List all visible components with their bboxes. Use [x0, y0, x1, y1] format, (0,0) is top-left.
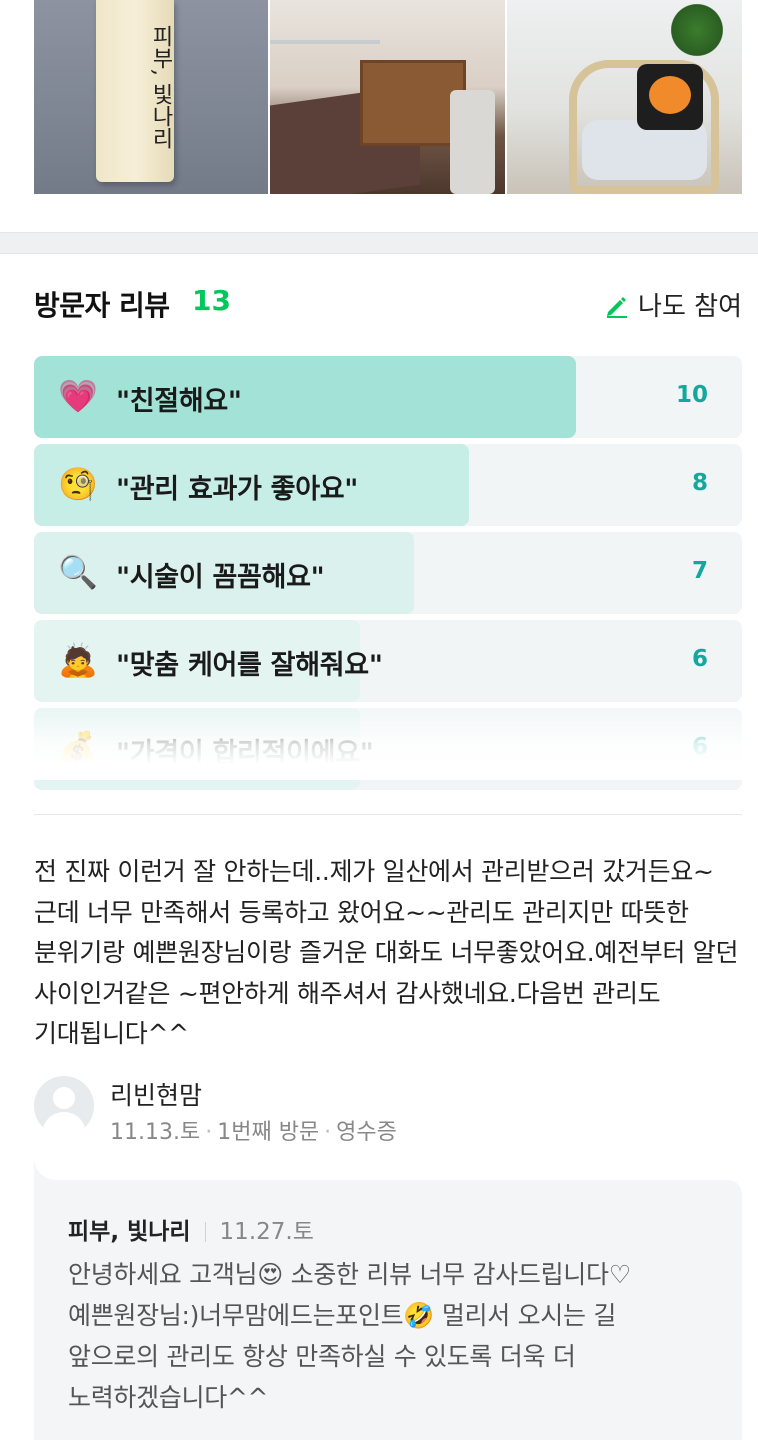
plant	[667, 0, 727, 60]
photo-gallery: 피부, 빛나리	[34, 0, 742, 194]
review-meta: 11.13.토 · 1번째 방문 · 영수증	[110, 1114, 397, 1146]
list-fade-overlay	[0, 700, 758, 780]
storefront-sign-photo[interactable]: 피부, 빛나리	[34, 0, 268, 194]
reviews-header: 방문자 리뷰 13 나도 참여	[34, 284, 742, 324]
reviews-count: 13	[192, 284, 231, 317]
treatment-room-photo[interactable]	[270, 0, 505, 194]
review-date: 11.13.토	[110, 1120, 201, 1145]
keyword-count: 6	[691, 646, 708, 672]
avatar-body	[42, 1112, 86, 1136]
separator-dot: ·	[205, 1120, 213, 1145]
avatar[interactable]	[34, 1076, 94, 1136]
keyword-stat-row[interactable]: 🧐 "관리 효과가 좋아요" 8	[34, 444, 742, 526]
author-name[interactable]: 리빈현맘	[110, 1076, 202, 1112]
keyword-label: "친절해요"	[116, 386, 242, 417]
keyword-count: 7	[691, 558, 708, 584]
separator-dot: ·	[324, 1120, 332, 1145]
join-review-label: 나도 참여	[638, 292, 742, 322]
visit-count: 1번째 방문	[217, 1120, 320, 1145]
keyword-stat-row[interactable]: 🔍 "시술이 꼼꼼해요" 7	[34, 532, 742, 614]
lounge-chair-photo[interactable]	[507, 0, 742, 194]
section-divider	[0, 232, 758, 254]
review-text[interactable]: 전 진짜 이런거 잘 안하는데..제가 일산에서 관리받으러 갔거든요~근데 너…	[34, 852, 744, 1055]
skin-care-machine	[450, 90, 495, 194]
reply-divider	[204, 1222, 206, 1242]
owner-reply: 피부, 빛나리 11.27.토 안녕하세요 고객님😍 소중한 리뷰 너무 감사드립…	[34, 1180, 742, 1440]
receipt-verification: 영수증	[336, 1120, 397, 1145]
keyword-stat-row[interactable]: 🙇 "맞춤 케어를 잘해줘요" 6	[34, 620, 742, 702]
review-author: 리빈현맘 11.13.토 · 1번째 방문 · 영수증	[34, 1076, 742, 1145]
join-review-button[interactable]: 나도 참여	[604, 286, 742, 323]
keyword-count: 8	[691, 470, 708, 496]
wall-shelf	[270, 40, 380, 44]
reviews-title: 방문자 리뷰	[34, 289, 170, 322]
person-bowing-icon: 🙇	[58, 641, 98, 679]
sign-plaque-text: 피부, 빛나리	[148, 25, 173, 149]
reply-header: 피부, 빛나리 11.27.토	[68, 1212, 314, 1246]
pumpkin-print	[649, 76, 691, 114]
keyword-label: "관리 효과가 좋아요"	[116, 474, 359, 505]
avatar-head	[53, 1087, 75, 1109]
reply-author: 피부, 빛나리	[68, 1219, 191, 1245]
keyword-count: 10	[675, 382, 708, 408]
sign-plaque: 피부, 빛나리	[96, 0, 174, 182]
monocle-face-icon: 🧐	[58, 465, 98, 503]
keyword-label: "시술이 꼼꼼해요"	[116, 562, 325, 593]
magnifier-icon: 🔍	[58, 553, 98, 591]
keyword-label: "맞춤 케어를 잘해줘요"	[116, 650, 383, 681]
smiling-heart-icon: 💗	[58, 377, 98, 415]
reply-text: 안녕하세요 고객님😍 소중한 리뷰 너무 감사드립니다♡ 예쁜원장님:)너무맘에…	[68, 1260, 631, 1412]
reply-date: 11.27.토	[219, 1219, 314, 1245]
keyword-stat-row[interactable]: 💗 "친절해요" 10	[34, 356, 742, 438]
divider	[34, 814, 742, 815]
pencil-icon	[607, 296, 628, 318]
